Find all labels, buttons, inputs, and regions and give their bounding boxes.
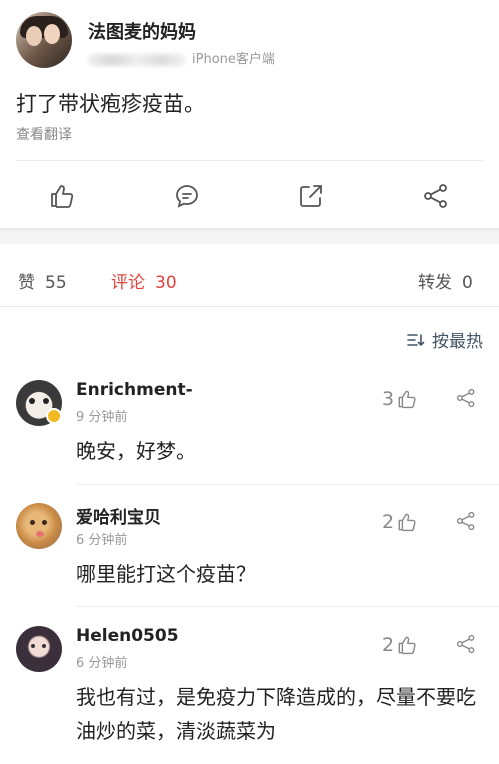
verified-badge [46, 408, 62, 424]
sort-label: 按最热 [432, 332, 483, 352]
section-gap [0, 228, 499, 244]
like-count: 2 [382, 511, 395, 533]
tabs-divider [0, 306, 499, 307]
thumbs-up-icon [398, 390, 416, 409]
comment-icon[interactable] [171, 180, 203, 212]
sort-button[interactable]: 按最热 [406, 327, 483, 352]
commenter-avatar[interactable] [16, 503, 62, 549]
post-source: iPhone客户端 [192, 52, 275, 67]
thumbs-up-icon[interactable] [46, 180, 78, 212]
action-bar [0, 170, 499, 220]
tab-bar: 赞 55 评论 30 转发 0 [0, 254, 499, 300]
comment-like-button[interactable]: 3 [382, 388, 417, 410]
blurred-text [88, 53, 186, 66]
comment-like-button[interactable]: 2 [382, 634, 417, 656]
thumbs-up-icon [398, 513, 416, 532]
repost-icon[interactable] [295, 180, 327, 212]
comment-text: 晚安，好梦。 [76, 439, 196, 463]
sort-icon [407, 333, 425, 346]
commenter-name[interactable]: 爱哈利宝贝 [76, 503, 161, 528]
author-name[interactable]: 法图麦的妈妈 [88, 18, 196, 44]
share-icon[interactable] [420, 180, 452, 212]
share-icon[interactable] [456, 388, 476, 412]
post-header: 法图麦的妈妈 iPhone客户端 [16, 12, 486, 72]
thumbs-up-icon [398, 636, 416, 655]
post-meta: iPhone客户端 [88, 48, 275, 67]
comment-like-button[interactable]: 2 [382, 511, 417, 533]
share-icon[interactable] [456, 634, 476, 658]
author-avatar[interactable] [16, 12, 72, 68]
comment-time: 6 分钟前 [76, 533, 128, 548]
tab-comments[interactable]: 评论 30 [111, 268, 177, 293]
commenter-name[interactable]: Enrichment- [76, 380, 193, 400]
comment-divider [76, 484, 499, 485]
comment-text: 我也有过，是免疫力下降造成的，尽量不要吃油炒的菜，清淡蔬菜为 [76, 685, 476, 743]
like-count: 2 [382, 634, 395, 656]
translate-link[interactable]: 查看翻译 [16, 124, 72, 144]
share-icon[interactable] [456, 511, 476, 535]
comment-divider [76, 606, 499, 607]
divider [16, 160, 483, 161]
comment-time: 6 分钟前 [76, 656, 128, 671]
tab-reposts[interactable]: 转发 0 [418, 268, 473, 293]
comment-text: 哪里能打这个疫苗？ [76, 562, 256, 586]
comment-time: 9 分钟前 [76, 410, 128, 425]
like-count: 3 [382, 388, 395, 410]
commenter-avatar[interactable] [16, 626, 62, 672]
post-content: 打了带状疱疹疫苗。 [16, 92, 205, 116]
tab-likes[interactable]: 赞 55 [18, 268, 67, 293]
commenter-name[interactable]: Helen0505 [76, 626, 179, 646]
